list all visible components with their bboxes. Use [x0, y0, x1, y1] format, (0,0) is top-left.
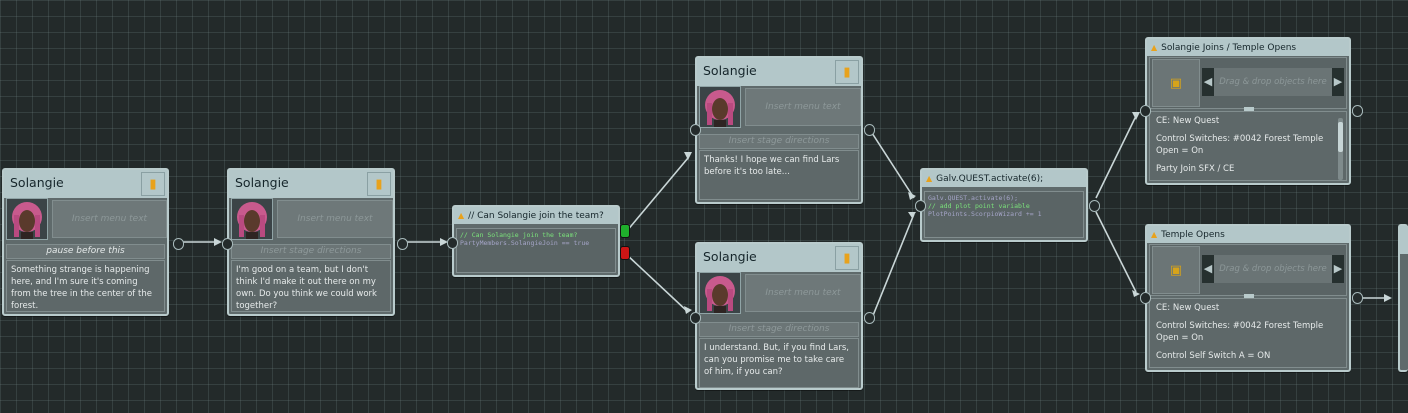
condition-node[interactable]: ▲// Can Solangie join the team? // Can S… [447, 205, 630, 277]
speaker-name: Solangie [703, 63, 757, 78]
object-slot-area: ▣ ◀ Drag & drop objects here ▶ [1149, 57, 1347, 109]
output-port[interactable] [864, 312, 875, 324]
dialogue-text[interactable]: I understand. But, if you find Lars, can… [699, 338, 859, 388]
dialogue-node-1[interactable]: Solangie ▮ Insert menu text pause before… [2, 168, 184, 316]
output-port[interactable] [397, 238, 408, 250]
output-port[interactable] [864, 124, 875, 136]
condition-title: // Can Solangie join the team? [468, 211, 604, 221]
partial-node-offscreen[interactable] [1398, 224, 1408, 372]
speech-bubble-icon[interactable]: ▮ [367, 172, 391, 196]
trophy-icon[interactable]: ▣ [1152, 59, 1200, 107]
portrait-avatar[interactable] [6, 198, 48, 240]
code-line-3: PlotPoints.ScorpioWizard += 1 [928, 210, 1042, 218]
script-code[interactable]: Galv.QUEST.activate(6);// add plot point… [924, 191, 1084, 238]
arrow-left-icon[interactable]: ◀ [1202, 255, 1214, 283]
input-port[interactable] [690, 124, 701, 136]
menu-text-field[interactable]: Insert menu text [745, 88, 861, 126]
stage-directions-field[interactable]: Insert stage directions [699, 134, 859, 149]
code-comment: // Can Solangie join the team? [460, 231, 578, 239]
arrow-right-icon[interactable]: ▶ [1332, 68, 1344, 96]
script-node[interactable]: ▲ Galv.QUEST.activate(6); Galv.QUEST.acti… [915, 168, 1100, 242]
stage-directions-field[interactable]: Insert stage directions [231, 244, 391, 259]
drop-zone-label: Drag & drop objects here [1219, 77, 1327, 87]
common-event-node-2[interactable]: ▲ Temple Opens ▣ ◀ Drag & drop objects he… [1140, 224, 1363, 372]
dialogue-text[interactable]: Something strange is happening here, and… [6, 260, 165, 312]
input-port[interactable] [1140, 105, 1151, 117]
portrait-avatar[interactable] [231, 198, 273, 240]
common-event-icon: ▲ [1151, 230, 1158, 239]
common-event-header: ▲ Temple Opens [1147, 226, 1349, 243]
script-icon: ▲ [926, 174, 933, 183]
arrow-left-icon[interactable]: ◀ [1202, 68, 1214, 96]
output-port[interactable] [173, 238, 184, 250]
common-event-title: Temple Opens [1161, 230, 1225, 240]
menu-text-field[interactable]: Insert menu text [277, 200, 393, 238]
common-event-content[interactable]: CE: New Quest Control Switches: #0042 Fo… [1149, 298, 1347, 368]
output-port[interactable] [1089, 200, 1100, 212]
condition-code[interactable]: // Can Solangie join the team? PartyMembe… [456, 228, 616, 273]
script-title: Galv.QUEST.activate(6); [936, 174, 1044, 184]
dialogue-text[interactable]: I'm good on a team, but I don't think I'… [231, 260, 391, 312]
drop-zone[interactable]: ◀ Drag & drop objects here ▶ [1202, 68, 1344, 96]
input-port[interactable] [1140, 292, 1151, 304]
condition-header: ▲// Can Solangie join the team? [454, 207, 618, 224]
speech-bubble-icon[interactable]: ▮ [141, 172, 165, 196]
script-header: ▲ Galv.QUEST.activate(6); [922, 170, 1086, 187]
speech-bubble-icon[interactable]: ▮ [835, 246, 859, 270]
scrollbar[interactable] [1338, 118, 1343, 180]
input-port[interactable] [915, 200, 926, 212]
output-port[interactable] [1352, 292, 1363, 304]
speech-bubble-icon[interactable]: ▮ [835, 60, 859, 84]
code-line-1: Galv.QUEST.activate(6); [928, 194, 1019, 202]
arrow-right-icon[interactable]: ▶ [1332, 255, 1344, 283]
input-port[interactable] [447, 237, 458, 249]
script-icon: ▲ [458, 211, 465, 220]
trophy-icon[interactable]: ▣ [1152, 246, 1200, 294]
dialogue-text[interactable]: Thanks! I hope we can find Lars before i… [699, 150, 859, 200]
object-slot-area: ▣ ◀ Drag & drop objects here ▶ [1149, 244, 1347, 296]
stage-directions-field[interactable]: pause before this [6, 244, 165, 259]
input-port[interactable] [222, 238, 233, 250]
menu-text-field[interactable]: Insert menu text [745, 274, 861, 312]
true-branch-port[interactable] [620, 224, 630, 238]
speaker-name: Solangie [703, 249, 757, 264]
dialogue-node-3[interactable]: Solangie ▮ Insert menu text Insert stage… [690, 56, 875, 204]
speaker-name: Solangie [10, 175, 64, 190]
scrollbar-thumb[interactable] [1338, 122, 1343, 152]
common-event-title: Solangie Joins / Temple Opens [1161, 43, 1297, 53]
false-branch-port[interactable] [620, 246, 630, 260]
common-event-header: ▲ Solangie Joins / Temple Opens [1147, 39, 1349, 56]
dialogue-node-4[interactable]: Solangie ▮ Insert menu text Insert stage… [690, 242, 875, 390]
code-line-2: // add plot point variable [928, 202, 1030, 210]
drop-zone[interactable]: ◀ Drag & drop objects here ▶ [1202, 255, 1344, 283]
stage-directions-field[interactable]: Insert stage directions [699, 322, 859, 337]
input-port[interactable] [690, 312, 701, 324]
common-event-icon: ▲ [1151, 43, 1158, 52]
output-port[interactable] [1352, 105, 1363, 117]
portrait-avatar[interactable] [699, 86, 741, 128]
dialogue-node-2[interactable]: Solangie ▮ Insert menu text Insert stage… [222, 168, 408, 316]
portrait-avatar[interactable] [699, 272, 741, 314]
drop-zone-label: Drag & drop objects here [1219, 264, 1327, 274]
common-event-node-1[interactable]: ▲ Solangie Joins / Temple Opens ▣ ◀ Drag … [1140, 37, 1363, 185]
speaker-name: Solangie [235, 175, 289, 190]
common-event-content[interactable]: CE: New Quest Control Switches: #0042 Fo… [1149, 111, 1347, 181]
code-expression: PartyMembers.SolangieJoin == true [460, 239, 590, 247]
menu-text-field[interactable]: Insert menu text [52, 200, 167, 238]
